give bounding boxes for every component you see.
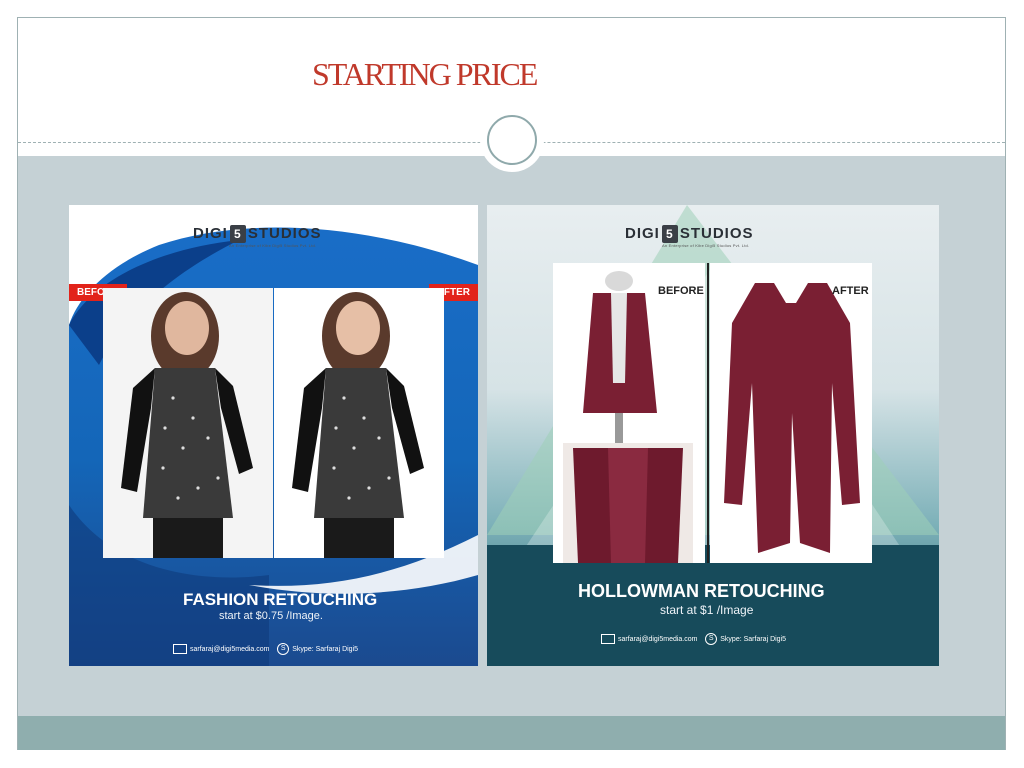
contact-email: sarfaraj@digi5media.com bbox=[190, 645, 270, 653]
model-illustration bbox=[274, 288, 444, 558]
photo-divider bbox=[707, 263, 709, 563]
footer-bar bbox=[18, 716, 1005, 750]
logo-tagline: An Enterprise of Kibe Digi5 Studios Pvt.… bbox=[662, 243, 750, 248]
contact-skype: Skype: Sarfaraj Digi5 bbox=[292, 645, 359, 653]
skype-icon: S bbox=[277, 643, 290, 655]
cardigan-after-illustration bbox=[710, 263, 872, 563]
before-label: BEFORE bbox=[658, 285, 704, 297]
digi5-logo: DIGI 5 STUDIOS bbox=[625, 225, 754, 244]
cardigan-before-illustration bbox=[553, 263, 705, 563]
service-price: start at $1 /Image bbox=[660, 603, 754, 617]
contact-row: sarfaraj@digi5media.com S Skype: Sarfaraj… bbox=[601, 633, 786, 645]
slide-title: STARTING PRICE bbox=[312, 56, 538, 92]
hollowman-retouching-card: DIGI 5 STUDIOS An Enterprise of Kibe Digi5… bbox=[487, 205, 939, 666]
circle-medallion-icon bbox=[480, 108, 544, 172]
logo-tagline: An Enterprise of Kibe Digi5 Studios Pvt.… bbox=[229, 243, 317, 248]
skype-icon: S bbox=[705, 633, 718, 645]
after-photo bbox=[710, 263, 872, 563]
after-label: AFTER bbox=[832, 285, 869, 297]
fashion-retouching-card: DIGI 5 STUDIOS An Enterprise of Kibe Digi5… bbox=[69, 205, 478, 666]
after-photo bbox=[274, 288, 444, 558]
service-price: start at $0.75 /Image. bbox=[219, 610, 323, 622]
slide-frame: STARTING PRICE DIGI 5 STUDIOS An Enterpris… bbox=[17, 17, 1006, 750]
digi5-logo: DIGI 5 STUDIOS bbox=[193, 225, 322, 244]
mail-icon bbox=[601, 634, 615, 644]
mail-icon bbox=[173, 644, 187, 654]
before-photos bbox=[553, 263, 705, 563]
contact-skype: Skype: Sarfaraj Digi5 bbox=[720, 635, 787, 643]
service-title: FASHION RETOUCHING bbox=[183, 590, 378, 609]
model-illustration bbox=[103, 288, 273, 558]
contact-email: sarfaraj@digi5media.com bbox=[618, 635, 698, 643]
service-title: HOLLOWMAN RETOUCHING bbox=[578, 581, 825, 601]
before-photo bbox=[103, 288, 273, 558]
contact-row: sarfaraj@digi5media.com S Skype: Sarfaraj… bbox=[173, 643, 358, 655]
